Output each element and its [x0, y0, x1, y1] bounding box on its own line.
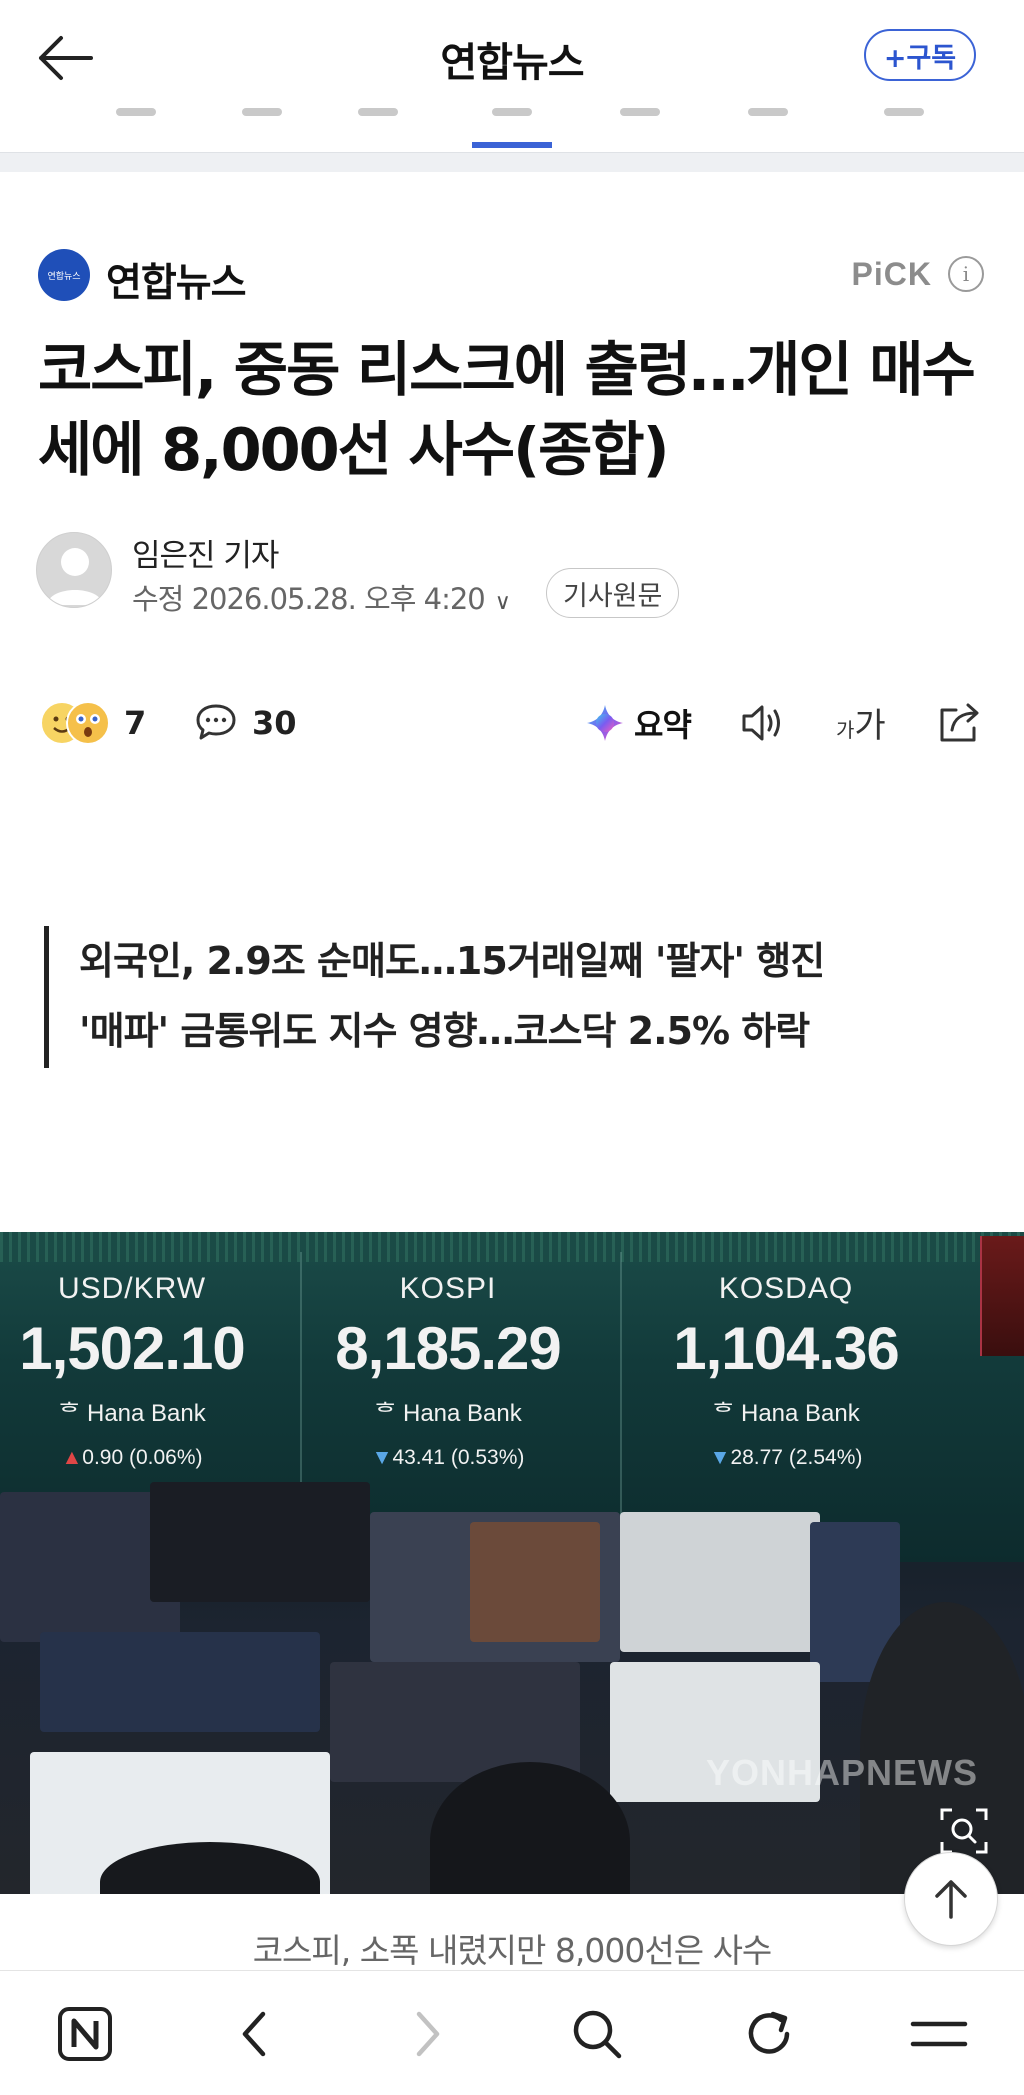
article-photo[interactable]: USD/KRW 1,502.10 ᄒ Hana Bank ▲0.90 (0.06…: [0, 1232, 1024, 1894]
person-icon: [47, 548, 103, 605]
down-triangle-icon: ▼: [709, 1446, 731, 1469]
summary-label: 요약: [634, 706, 692, 744]
summary-line-1: 외국인, 2.9조 순매도…15거래일째 '팔자' 행진: [79, 939, 825, 983]
article-headline: 코스피, 중동 리스크에 출렁…개인 매수세에 8,000선 사수(종합): [38, 335, 976, 484]
menu-icon: [910, 2021, 968, 2047]
monitor: [620, 1512, 820, 1652]
share-button[interactable]: [934, 698, 984, 746]
tab-item[interactable]: [222, 106, 302, 152]
bank-label: ᄒ Hana Bank: [374, 1400, 522, 1427]
font-size-button[interactable]: 가가: [836, 698, 886, 748]
bank-name: Hana Bank: [741, 1400, 860, 1427]
tab-item[interactable]: [338, 106, 418, 152]
index-change-value: 0.90 (0.06%): [82, 1446, 203, 1469]
browser-back-icon: [242, 2011, 266, 2057]
index-value: 1,502.10: [19, 1315, 246, 1382]
index-change-value: 43.41 (0.53%): [392, 1446, 525, 1469]
photo-watermark: YONHAPNEWS: [706, 1752, 979, 1793]
speaker-icon: [742, 705, 780, 741]
bank-name: Hana Bank: [87, 1400, 206, 1427]
info-icon[interactable]: i: [948, 256, 984, 292]
dealing-room-scene: [0, 1482, 1024, 1894]
comment-button[interactable]: 30: [194, 698, 297, 748]
browser-forward-button[interactable]: [392, 1999, 462, 2069]
menu-button[interactable]: [904, 1999, 974, 2069]
pick-label: PiCK: [851, 256, 932, 292]
action-bar: 7 30 요약 가가: [40, 690, 990, 756]
zoom-button[interactable]: [938, 1806, 990, 1856]
bank-label: ᄒ Hana Bank: [712, 1400, 860, 1427]
bank-label: ᄒ Hana Bank: [58, 1400, 206, 1427]
share-icon: [940, 703, 979, 742]
naver-home-icon: [58, 2007, 112, 2061]
refresh-icon: [748, 2011, 790, 2054]
search-button[interactable]: [562, 1999, 632, 2069]
reaction-button[interactable]: 7: [40, 698, 146, 748]
index-name: KOSDAQ: [718, 1272, 854, 1305]
refresh-button[interactable]: [734, 1999, 804, 2069]
comment-count: 30: [252, 704, 297, 742]
comment-icon: [196, 704, 236, 740]
tab-item[interactable]: [96, 106, 176, 152]
index-value: 8,185.29: [335, 1315, 562, 1382]
monitor: [150, 1482, 370, 1602]
arrow-up-icon: [935, 1880, 967, 1919]
tab-item[interactable]: [728, 106, 808, 152]
board-ticker-strip: [0, 1232, 1024, 1262]
monitor: [40, 1632, 320, 1732]
modified-date[interactable]: 수정 2026.05.28. 오후 4:20 ∨: [132, 576, 511, 618]
up-triangle-icon: ▲: [61, 1446, 83, 1469]
naver-home-button[interactable]: [50, 1999, 120, 2069]
press-logo[interactable]: 연합뉴스: [38, 249, 90, 301]
original-article-button[interactable]: 기사원문: [546, 568, 680, 618]
index-change: ▼28.77 (2.54%): [636, 1446, 936, 1470]
summary-line-2: '매파' 금통위도 지수 영향…코스닥 2.5% 하락: [79, 1009, 810, 1053]
tab-item[interactable]: [600, 106, 680, 152]
browser-back-button[interactable]: [220, 1999, 290, 2069]
index-change-value: 28.77 (2.54%): [730, 1446, 863, 1469]
index-name: KOSPI: [399, 1272, 497, 1305]
index-value: 1,104.36: [673, 1315, 900, 1382]
app-bar: 연합뉴스 +구독: [0, 0, 1024, 152]
scroll-to-top-button[interactable]: [904, 1852, 998, 1946]
photo-caption: 코스피, 소폭 내렸지만 8,000선은 사수: [252, 1931, 773, 1968]
surprised-emoji-icon: [66, 701, 110, 745]
index-change: ▲0.90 (0.06%): [0, 1446, 282, 1470]
font-size-small-label: 가: [836, 718, 855, 742]
subscribe-button[interactable]: +구독: [864, 29, 976, 81]
browser-forward-icon: [416, 2011, 440, 2057]
press-name[interactable]: 연합뉴스: [106, 252, 247, 308]
zoom-icon: [940, 1808, 988, 1854]
reaction-count: 7: [124, 704, 147, 742]
reporter-name[interactable]: 임은진 기자: [132, 530, 279, 575]
section-divider: [0, 152, 1024, 172]
monitor: [470, 1522, 600, 1642]
index-change: ▼43.41 (0.53%): [298, 1446, 598, 1470]
ai-summary-icon: [587, 705, 623, 741]
tab-item[interactable]: [864, 106, 944, 152]
browser-bottom-nav: [0, 1970, 1024, 2095]
active-tab-indicator: [472, 142, 552, 148]
bank-name: Hana Bank: [403, 1400, 522, 1427]
reporter-avatar[interactable]: [36, 532, 112, 608]
modified-date-text: 수정 2026.05.28. 오후 4:20: [132, 582, 486, 616]
search-icon: [573, 2010, 622, 2059]
article-summary-quote: 외국인, 2.9조 순매도…15거래일째 '팔자' 행진 '매파' 금통위도 지…: [44, 926, 984, 1068]
index-name: USD/KRW: [57, 1272, 207, 1305]
chevron-down-icon: ∨: [494, 590, 511, 615]
red-chart-panel: [980, 1236, 1024, 1356]
down-triangle-icon: ▼: [371, 1446, 393, 1469]
press-row: 연합뉴스 연합뉴스 PiCK i: [38, 248, 984, 306]
summary-button[interactable]: 요약: [584, 698, 692, 748]
font-size-big-label: 가: [854, 706, 886, 746]
read-aloud-button[interactable]: [738, 700, 788, 746]
byline: 임은진 기자 수정 2026.05.28. 오후 4:20 ∨ 기사원문: [36, 530, 976, 620]
